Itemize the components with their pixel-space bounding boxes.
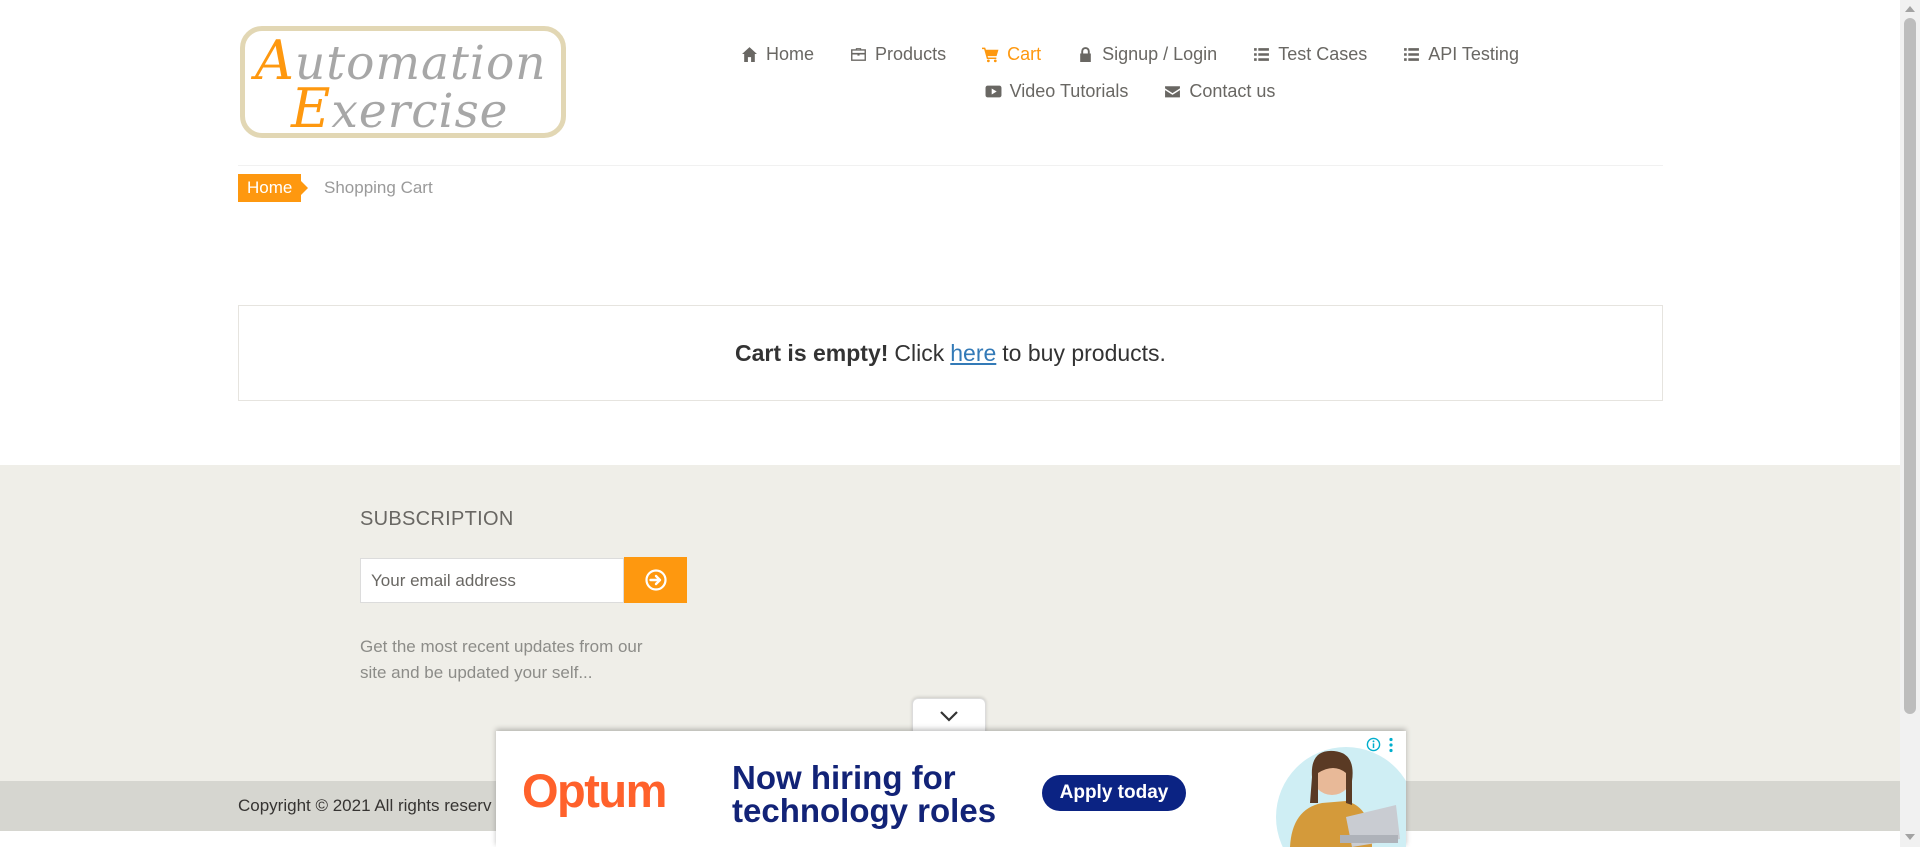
breadcrumb-current: Shopping Cart (324, 178, 433, 197)
nav-cart-label: Cart (1007, 44, 1042, 64)
nav-test-cases[interactable]: Test Cases (1235, 44, 1385, 65)
info-icon[interactable] (1366, 737, 1381, 752)
page: Automation Exercise Home Products Cart S… (0, 0, 1900, 847)
ad-person-image (1276, 747, 1406, 847)
empty-cart-title: Cart is empty! (735, 339, 889, 366)
cart-icon (982, 47, 999, 63)
nav-signup-login[interactable]: Signup / Login (1059, 44, 1235, 65)
lock-icon (1080, 47, 1091, 62)
ad-apply-button[interactable]: Apply today (1042, 775, 1186, 811)
logo-cap-a: A (255, 29, 295, 92)
more-vertical-icon[interactable] (1388, 737, 1394, 753)
ad-headline: Now hiring for technology roles (732, 759, 997, 829)
buy-products-link[interactable]: here (950, 340, 996, 367)
copyright-text: Copyright © 2021 All rights reserv (238, 796, 492, 815)
subscription-title: SUBSCRIPTION (360, 508, 514, 530)
list-icon (1404, 48, 1420, 61)
arrow-circle-right-icon (644, 569, 667, 591)
nav-home-label: Home (766, 44, 815, 64)
ad-brand-logo: Optum (522, 764, 667, 817)
logo-line-2: Exercise (291, 82, 509, 139)
nav-products[interactable]: Products (832, 44, 964, 65)
nav-test-cases-label: Test Cases (1278, 44, 1368, 64)
logo-text-1: utomation (295, 36, 547, 91)
main-nav: Home Products Cart Signup / Login Test C… (700, 36, 1560, 110)
nav-video-label: Video Tutorials (1009, 81, 1129, 101)
briefcase-icon (851, 48, 866, 61)
list-icon (1254, 48, 1270, 61)
nav-signup-label: Signup / Login (1102, 44, 1218, 64)
youtube-play-icon (985, 85, 1002, 98)
empty-cart-message: Cart is empty! Click here to buy product… (238, 305, 1663, 401)
home-icon (742, 47, 757, 62)
scrollbar-thumb[interactable] (1904, 18, 1916, 714)
breadcrumb-home[interactable]: Home (238, 174, 309, 202)
header-divider (238, 165, 1663, 166)
nav-home[interactable]: Home (723, 44, 832, 65)
logo-cap-e: E (291, 77, 332, 140)
nav-api-testing-label: API Testing (1428, 44, 1519, 64)
subscribe-email-input[interactable] (360, 558, 624, 603)
subscription-description: Get the most recent updates from our sit… (360, 637, 643, 682)
nav-row-1: Home Products Cart Signup / Login Test C… (700, 36, 1560, 73)
empty-cart-suffix: to buy products. (1002, 339, 1166, 366)
subscribe-button[interactable] (624, 557, 687, 603)
nav-row-2: Video Tutorials Contact us (700, 73, 1560, 110)
nav-video-tutorials[interactable]: Video Tutorials (967, 81, 1147, 102)
nav-api-testing[interactable]: API Testing (1385, 44, 1537, 65)
nav-contact-us[interactable]: Contact us (1146, 81, 1293, 102)
scroll-down-arrow-icon[interactable] (1905, 834, 1915, 840)
page-scrollbar[interactable] (1900, 0, 1920, 847)
ad-collapse-toggle[interactable] (912, 698, 986, 733)
site-logo[interactable]: Automation Exercise (240, 26, 566, 138)
ad-banner[interactable]: Optum Now hiring for technology roles Ap… (496, 731, 1406, 847)
nav-contact-label: Contact us (1189, 81, 1276, 101)
empty-cart-click: Click (894, 339, 945, 366)
scroll-up-arrow-icon[interactable] (1905, 6, 1915, 12)
nav-products-label: Products (875, 44, 947, 64)
logo-text-2: xercise (331, 84, 509, 139)
nav-cart[interactable]: Cart (964, 44, 1059, 65)
chevron-down-icon (940, 711, 958, 722)
envelope-icon (1165, 86, 1181, 98)
